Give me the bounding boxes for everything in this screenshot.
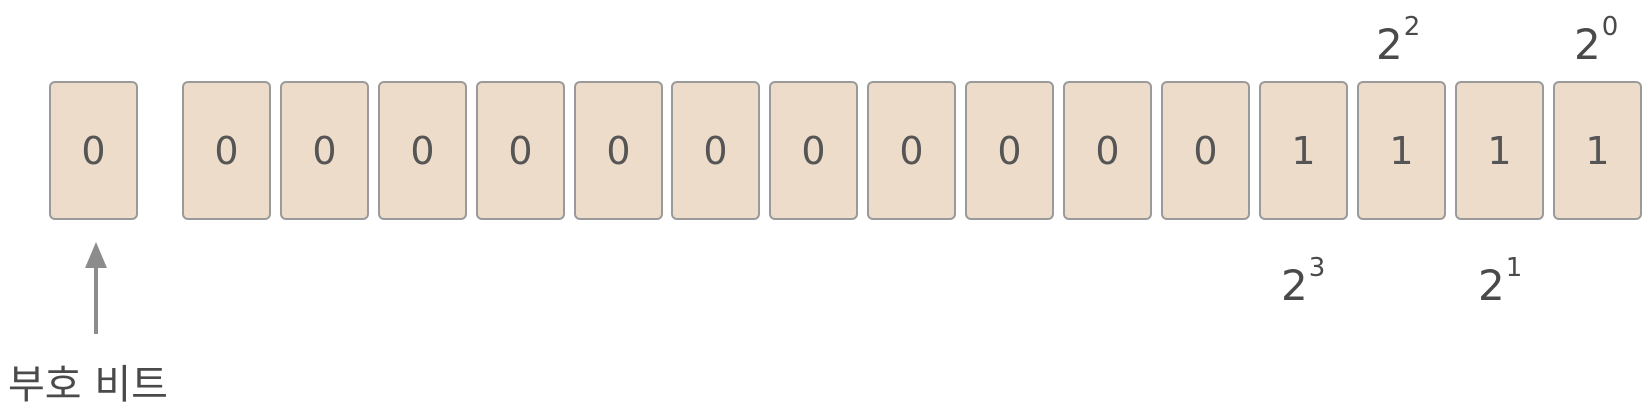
bit-cell: 0 (574, 81, 663, 220)
bit-value: 0 (899, 128, 924, 173)
power-label-2-2: 22 (1376, 14, 1420, 66)
power-base: 2 (1376, 20, 1403, 69)
bit-cell: 1 (1357, 81, 1446, 220)
bit-cell: 0 (1161, 81, 1250, 220)
bit-value: 1 (1291, 128, 1316, 173)
bit-cell: 1 (1259, 81, 1348, 220)
bit-cell: 0 (1063, 81, 1152, 220)
bit-cell: 0 (867, 81, 956, 220)
power-exponent: 2 (1403, 12, 1421, 42)
bit-value: 0 (703, 128, 728, 173)
bit-cell: 1 (1553, 81, 1642, 220)
power-base: 2 (1478, 261, 1505, 310)
bit-value: 1 (1487, 128, 1512, 173)
sign-bit-value: 0 (81, 128, 106, 173)
sign-bit-cell: 0 (49, 81, 138, 220)
sign-bit-label: 부호 비트 (8, 362, 168, 408)
bit-value: 0 (312, 128, 337, 173)
bit-value: 0 (1095, 128, 1120, 173)
power-exponent: 1 (1505, 253, 1523, 283)
bit-value: 1 (1585, 128, 1610, 173)
power-label-2-0: 20 (1574, 14, 1618, 66)
bit-value: 0 (801, 128, 826, 173)
bit-value: 0 (997, 128, 1022, 173)
bit-value: 0 (1193, 128, 1218, 173)
bit-value: 0 (214, 128, 239, 173)
bit-value: 0 (606, 128, 631, 173)
bit-cell: 0 (671, 81, 760, 220)
power-label-2-3: 23 (1281, 255, 1325, 307)
bit-cell: 0 (476, 81, 565, 220)
power-exponent: 0 (1601, 12, 1619, 42)
bit-cell: 1 (1455, 81, 1544, 220)
bit-value: 0 (508, 128, 533, 173)
power-label-2-1: 21 (1478, 255, 1522, 307)
bit-cell: 0 (965, 81, 1054, 220)
power-exponent: 3 (1308, 253, 1326, 283)
bit-cell: 0 (769, 81, 858, 220)
up-arrow-icon (85, 242, 107, 334)
bit-value: 0 (410, 128, 435, 173)
power-base: 2 (1281, 261, 1308, 310)
bit-cell: 0 (280, 81, 369, 220)
bit-value: 1 (1389, 128, 1414, 173)
power-base: 2 (1574, 20, 1601, 69)
binary-representation-diagram: 0 0 0 0 0 0 0 0 0 0 0 0 1 1 1 1 22 20 23… (0, 0, 1648, 410)
bit-cell: 0 (182, 81, 271, 220)
bit-cell: 0 (378, 81, 467, 220)
